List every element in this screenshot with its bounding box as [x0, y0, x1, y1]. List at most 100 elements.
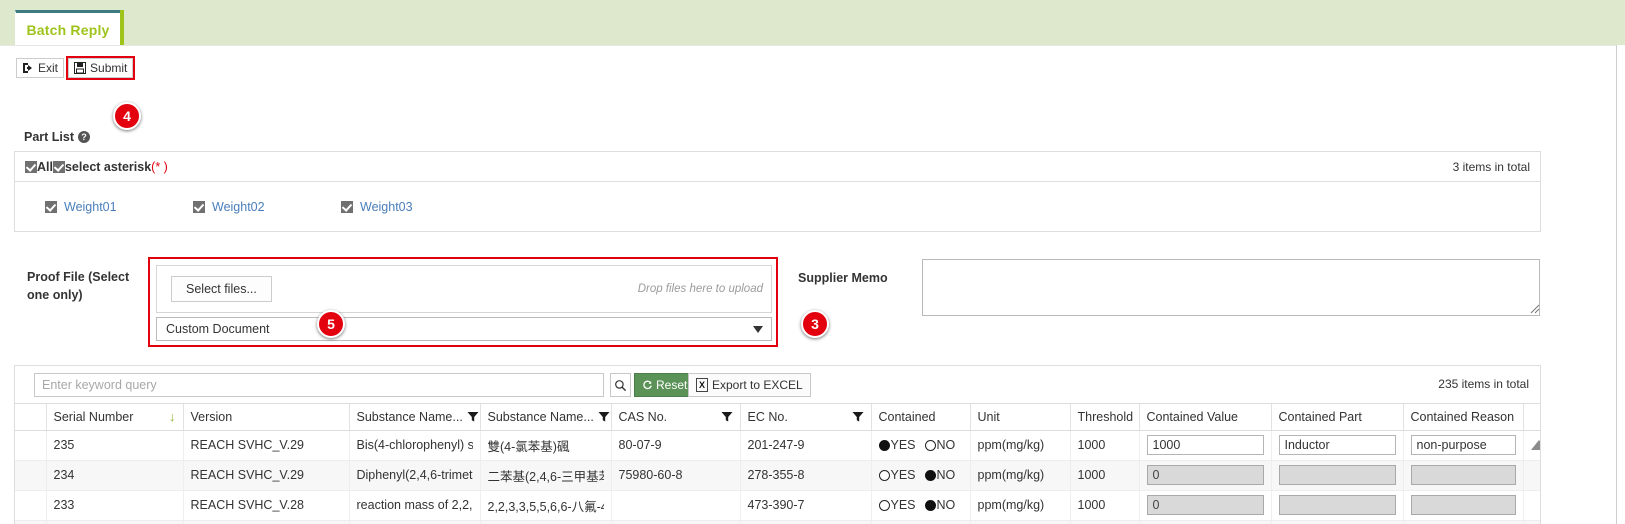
- table-row[interactable]: 235 REACH SVHC_V.29 Bis(4-chlorophenyl) …: [15, 430, 1540, 461]
- substance-en-text: Bis(4-chlorophenyl) sulphone: [356, 438, 473, 452]
- part-list-panel: All select asterisk (* ) 3 items in tota…: [14, 151, 1541, 232]
- col-substance-name-zh[interactable]: Substance Name...: [480, 404, 612, 431]
- radio-yes-label: YES: [890, 498, 916, 512]
- contained-reason-input[interactable]: [1410, 435, 1516, 455]
- col-contained-part[interactable]: Contained Part: [1271, 404, 1404, 431]
- col-scroll: [1523, 404, 1540, 431]
- col-contained-value[interactable]: Contained Value: [1139, 404, 1272, 431]
- cell-unit: ppm(mg/kg): [970, 460, 1071, 491]
- col-substance-name-en[interactable]: Substance Name...: [349, 404, 481, 431]
- cell-contained-reason: [1403, 490, 1524, 521]
- select-asterisk-checkbox[interactable]: [52, 160, 65, 173]
- table-row[interactable]: 232 REACH SVHC_V.28 Perfluoroheptanoic a…: [15, 520, 1540, 524]
- cell-substance-zh: 全氟庚酸及其鹽類: [480, 520, 612, 524]
- excel-file-icon: X: [696, 378, 708, 392]
- cell-version: REACH SVHC_V.29: [183, 460, 350, 491]
- cell-contained-value: [1139, 490, 1272, 521]
- callout-badge-3: 3: [801, 310, 829, 338]
- document-type-select[interactable]: Custom Document: [156, 317, 772, 341]
- file-drop-area[interactable]: Select files... Drop files here to uploa…: [156, 265, 772, 313]
- save-disk-icon: [74, 62, 87, 74]
- col-contained-reason[interactable]: Contained Reason: [1403, 404, 1524, 431]
- col-contained[interactable]: Contained: [871, 404, 971, 431]
- submit-button[interactable]: Submit: [66, 56, 136, 80]
- col-serial-number-label: Serial Number: [53, 409, 134, 424]
- select-files-button[interactable]: Select files...: [171, 276, 272, 302]
- question-mark-icon[interactable]: ?: [78, 131, 91, 143]
- asterisk-marker: (* ): [151, 159, 168, 174]
- part-checkbox-weight01[interactable]: [45, 200, 57, 213]
- cell-version: REACH SVHC_V.29: [183, 430, 350, 461]
- tab-strip: Batch Reply: [0, 0, 1625, 46]
- col-threshold[interactable]: Threshold: [1070, 404, 1140, 431]
- col-cas-no[interactable]: CAS No.: [611, 404, 741, 431]
- cell-serial: 234: [46, 460, 184, 491]
- col-version[interactable]: Version: [183, 404, 350, 431]
- col-ec-no[interactable]: EC No.: [740, 404, 872, 431]
- cell-cas: 80-07-9: [611, 430, 741, 461]
- tab-batch-reply[interactable]: Batch Reply: [15, 10, 120, 46]
- contained-part-input: [1278, 495, 1396, 515]
- cell-serial: 233: [46, 490, 184, 521]
- cell-substance-zh: 2,2,3,3,5,5,6,6-八氟-4...: [480, 490, 612, 521]
- filter-funnel-icon[interactable]: [852, 411, 864, 423]
- filter-funnel-icon[interactable]: [598, 411, 610, 423]
- contained-part-input[interactable]: [1278, 435, 1396, 455]
- col-serial-number[interactable]: Serial Number ↓: [46, 404, 184, 431]
- radio-no[interactable]: NO: [924, 438, 955, 452]
- list-item: Weight02: [193, 200, 341, 214]
- table-row[interactable]: 233 REACH SVHC_V.28 reaction mass of 2,2…: [15, 490, 1540, 521]
- search-input[interactable]: [34, 373, 604, 397]
- drop-files-hint: Drop files here to upload: [637, 283, 763, 295]
- filter-funnel-icon[interactable]: [721, 411, 733, 423]
- chevron-down-icon: [753, 326, 763, 333]
- part-checkbox-weight02[interactable]: [193, 200, 205, 213]
- supplier-memo-label: Supplier Memo: [798, 271, 888, 285]
- cell-scroll-up: [1523, 460, 1540, 491]
- radio-yes[interactable]: YES: [878, 498, 916, 512]
- col-substance-name-zh-label: Substance Name...: [487, 409, 594, 424]
- exit-button[interactable]: Exit: [16, 58, 65, 78]
- scroll-up-icon[interactable]: [1530, 440, 1539, 450]
- part-link-weight03[interactable]: Weight03: [360, 200, 413, 214]
- part-list-header: All select asterisk (* ) 3 items in tota…: [15, 152, 1540, 182]
- col-version-label: Version: [190, 409, 233, 424]
- contained-reason-input: [1410, 465, 1516, 485]
- reset-button[interactable]: Reset: [634, 373, 696, 397]
- part-list-title-label: Part List: [24, 130, 75, 144]
- part-checkbox-weight03[interactable]: [341, 200, 353, 213]
- proof-file-highlight-box: Select files... Drop files here to uploa…: [148, 257, 778, 347]
- contained-value-input: [1146, 495, 1264, 515]
- row-expand-cell: [15, 490, 47, 521]
- contained-value-input[interactable]: [1146, 435, 1264, 455]
- page-content: Exit Submit 4 Part List ? All select ast…: [0, 45, 1625, 524]
- part-link-weight02[interactable]: Weight02: [212, 200, 265, 214]
- filter-funnel-icon[interactable]: [467, 411, 479, 423]
- sort-descending-icon[interactable]: ↓: [169, 409, 176, 424]
- substance-zh-text: 2,2,3,3,5,5,6,6-八氟-4...: [487, 499, 604, 514]
- cell-scroll-up: [1523, 520, 1540, 524]
- col-contained-reason-label: Contained Reason: [1410, 409, 1515, 424]
- cell-contained-reason: [1403, 520, 1524, 524]
- export-to-excel-button[interactable]: X Export to EXCEL: [688, 373, 811, 397]
- table-row[interactable]: 234 REACH SVHC_V.29 Diphenyl(2,4,6-trime…: [15, 460, 1540, 491]
- radio-no[interactable]: NO: [924, 498, 956, 512]
- part-link-weight01[interactable]: Weight01: [64, 200, 117, 214]
- cell-ec: 278-355-8: [740, 460, 872, 491]
- radio-yes[interactable]: YES: [878, 468, 916, 482]
- select-all-label: All: [37, 159, 53, 174]
- radio-yes[interactable]: YES: [878, 438, 916, 452]
- cell-cas: [611, 490, 741, 521]
- search-button[interactable]: [610, 373, 631, 397]
- cell-threshold: 1000: [1070, 520, 1140, 524]
- radio-no-label: NO: [936, 498, 956, 512]
- cell-substance-en: Bis(4-chlorophenyl) sulphone: [349, 430, 481, 461]
- radio-no[interactable]: NO: [924, 468, 955, 482]
- supplier-memo-textarea[interactable]: [922, 259, 1540, 316]
- select-all-checkbox[interactable]: [25, 160, 37, 173]
- col-unit[interactable]: Unit: [970, 404, 1071, 431]
- page-scrollbar[interactable]: [1616, 45, 1625, 524]
- col-unit-label: Unit: [977, 409, 1000, 424]
- cell-unit: ppm(mg/kg): [970, 490, 1071, 521]
- cell-scroll-up: [1523, 490, 1540, 521]
